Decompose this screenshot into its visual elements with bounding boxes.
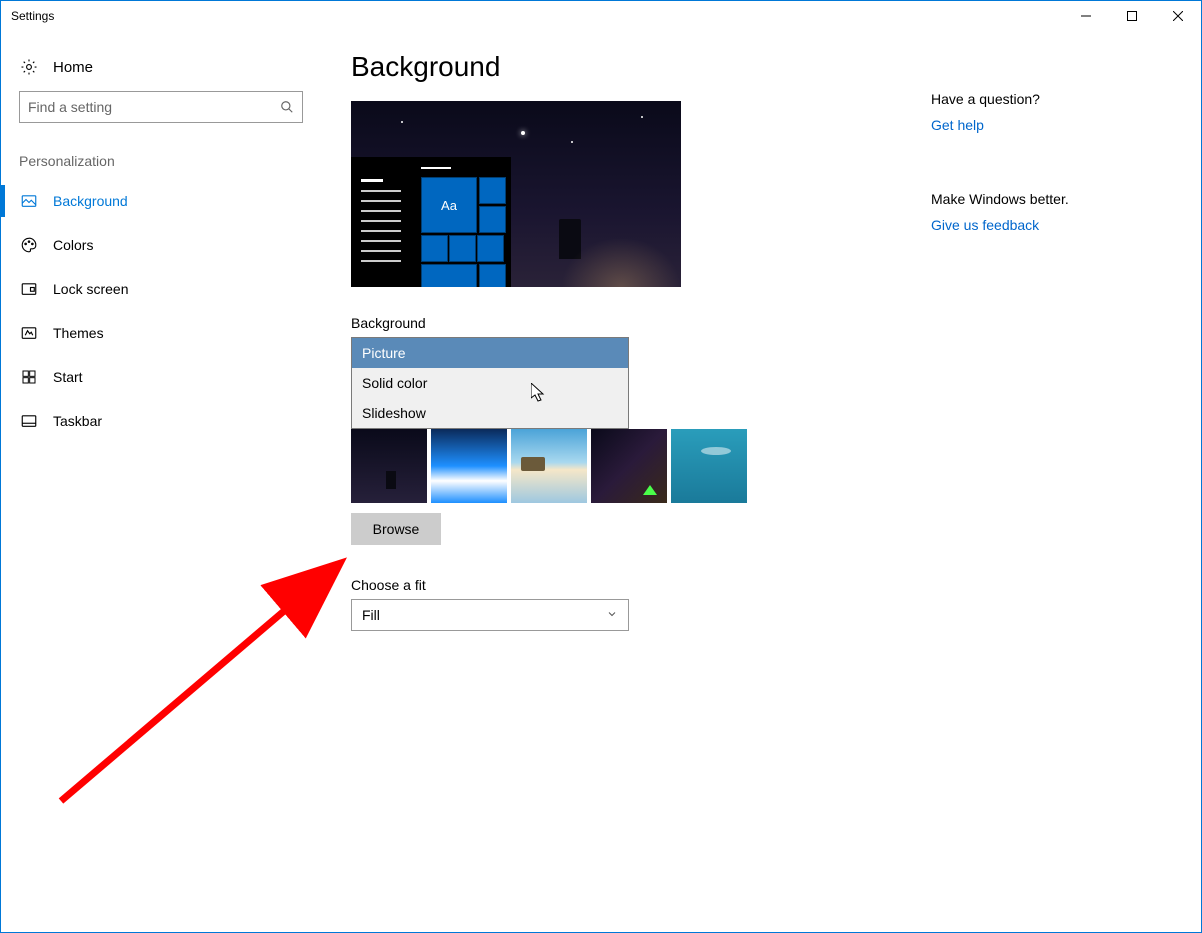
search-icon: [272, 100, 302, 114]
sidebar-item-lockscreen[interactable]: Lock screen: [1, 267, 321, 311]
feedback-prompt: Make Windows better.: [931, 191, 1141, 207]
help-rail: Have a question? Get help Make Windows b…: [931, 91, 1141, 233]
desktop-preview: Aa: [351, 101, 681, 287]
sidebar-item-background[interactable]: Background: [1, 179, 321, 223]
sidebar-item-label: Start: [53, 369, 83, 385]
minimize-button[interactable]: [1063, 1, 1109, 31]
picture-thumb[interactable]: [431, 429, 507, 503]
sidebar-item-label: Background: [53, 193, 128, 209]
close-button[interactable]: [1155, 1, 1201, 31]
dropdown-option-solid-color[interactable]: Solid color: [352, 368, 628, 398]
background-field-label: Background: [351, 315, 1171, 331]
picture-thumbnails: [351, 429, 1171, 503]
search-input[interactable]: [20, 92, 272, 122]
chevron-down-icon: [606, 608, 618, 623]
question-text: Have a question?: [931, 91, 1141, 107]
lockscreen-icon: [19, 279, 39, 299]
fit-selected-value: Fill: [362, 607, 380, 623]
themes-icon: [19, 323, 39, 343]
get-help-link[interactable]: Get help: [931, 117, 1141, 133]
titlebar: Settings: [1, 1, 1201, 31]
picture-thumb[interactable]: [671, 429, 747, 503]
fit-field-label: Choose a fit: [351, 577, 1171, 593]
sidebar-item-label: Taskbar: [53, 413, 102, 429]
home-nav[interactable]: Home: [1, 51, 321, 91]
home-icon: [19, 57, 39, 77]
home-label: Home: [53, 59, 93, 76]
window-controls: [1063, 1, 1201, 31]
browse-button[interactable]: Browse: [351, 513, 441, 545]
dropdown-option-picture[interactable]: Picture: [352, 338, 628, 368]
background-dropdown[interactable]: Picture Solid color Slideshow: [351, 337, 629, 429]
dropdown-option-slideshow[interactable]: Slideshow: [352, 398, 628, 428]
sidebar-item-colors[interactable]: Colors: [1, 223, 321, 267]
picture-thumb[interactable]: [591, 429, 667, 503]
sidebar-item-themes[interactable]: Themes: [1, 311, 321, 355]
picture-icon: [19, 191, 39, 211]
sidebar-item-label: Themes: [53, 325, 104, 341]
fit-dropdown[interactable]: Fill: [351, 599, 629, 631]
picture-thumb[interactable]: [351, 429, 427, 503]
picture-thumb[interactable]: [511, 429, 587, 503]
section-label: Personalization: [1, 123, 321, 179]
preview-tile-text: Aa: [441, 198, 457, 213]
feedback-link[interactable]: Give us feedback: [931, 217, 1141, 233]
sidebar: Home Personalization Background Colors: [1, 31, 321, 932]
palette-icon: [19, 235, 39, 255]
main-content: Background Aa: [321, 31, 1201, 932]
taskbar-icon: [19, 411, 39, 431]
sidebar-item-label: Colors: [53, 237, 93, 253]
sidebar-item-taskbar[interactable]: Taskbar: [1, 399, 321, 443]
search-box[interactable]: [19, 91, 303, 123]
start-icon: [19, 367, 39, 387]
sidebar-item-label: Lock screen: [53, 281, 128, 297]
maximize-button[interactable]: [1109, 1, 1155, 31]
sidebar-item-start[interactable]: Start: [1, 355, 321, 399]
window-title: Settings: [11, 9, 1063, 23]
page-title: Background: [351, 51, 1171, 83]
